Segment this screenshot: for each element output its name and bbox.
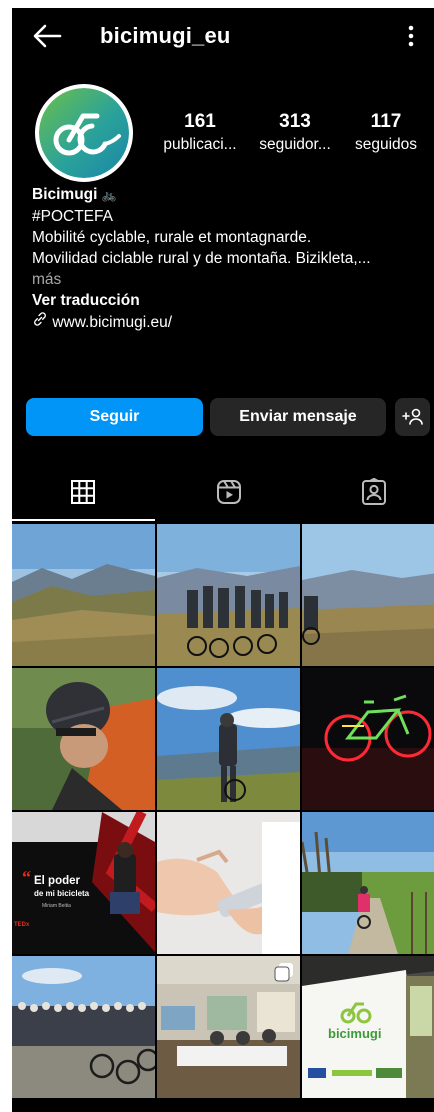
profile-bio: Bicimugi 🚲 #POCTEFA Mobilité cyclable, r… — [32, 184, 422, 333]
followers-label: seguidor... — [259, 136, 331, 153]
more-options-icon[interactable] — [406, 22, 416, 50]
translate-link[interactable]: Ver traducción — [32, 290, 422, 311]
tedx-logo: TEDx — [14, 922, 30, 928]
bicimugi-logo-icon — [39, 88, 129, 178]
post-thumbnail[interactable] — [302, 668, 434, 810]
profile-username: bicimugi_eu — [100, 23, 231, 48]
add-user-icon — [401, 408, 423, 425]
post-thumbnail[interactable]: “ El poder de mi bicicleta Miriam Beitia… — [12, 812, 155, 954]
profile-tabs — [12, 466, 434, 522]
following-number: 117 — [370, 111, 402, 132]
top-bar: bicimugi_eu — [12, 8, 434, 64]
posts-count[interactable]: 161 publicaci... — [158, 110, 242, 156]
post-thumbnail[interactable] — [12, 524, 155, 666]
post-thumbnail[interactable] — [157, 812, 300, 954]
post-thumbnail[interactable]: bicimugi — [302, 956, 434, 1098]
profile-name: Bicimugi — [32, 186, 98, 203]
post-thumbnail[interactable] — [157, 956, 300, 1098]
tagged-icon[interactable] — [360, 478, 388, 506]
post-thumbnail[interactable] — [12, 956, 155, 1098]
post7-title-line1: El poder — [34, 875, 81, 887]
post-thumbnail[interactable] — [157, 524, 300, 666]
carousel-icon — [274, 963, 293, 982]
post-thumbnail[interactable] — [302, 524, 434, 666]
website-link[interactable]: www.bicimugi.eu/ — [32, 311, 422, 333]
send-message-button[interactable]: Enviar mensaje — [210, 398, 386, 436]
post7-speaker: Miriam Beitia — [42, 903, 71, 909]
followers-number: 313 — [279, 111, 311, 132]
link-icon — [34, 312, 46, 326]
bicycle-emoji-icon: 🚲 — [101, 188, 117, 202]
reels-icon[interactable] — [215, 478, 243, 506]
following-label: seguidos — [354, 136, 418, 153]
bicimugi-slide-logo: bicimugi — [328, 1026, 381, 1041]
active-tab-indicator — [12, 519, 155, 521]
post-thumbnail[interactable] — [157, 668, 300, 810]
svg-text:“: “ — [22, 867, 31, 887]
website-url: www.bicimugi.eu/ — [52, 314, 173, 331]
follow-button[interactable]: Seguir — [26, 398, 203, 436]
grid-icon[interactable] — [69, 478, 97, 506]
profile-screen: bicimugi_eu 161 publicaci... 313 seguido… — [12, 8, 434, 1112]
suggest-people-button[interactable] — [395, 398, 430, 436]
bio-more-link[interactable]: más — [32, 269, 422, 290]
avatar[interactable] — [35, 84, 133, 182]
bio-hashtag[interactable]: #POCTEFA — [32, 206, 422, 227]
post7-title-line2: de mi bicicleta — [34, 889, 90, 898]
posts-label: publicaci... — [163, 136, 237, 153]
back-arrow-icon[interactable] — [32, 22, 62, 50]
bio-line-1: Mobilité cyclable, rurale et montagnarde… — [32, 229, 312, 246]
following-count[interactable]: 117 seguidos — [346, 110, 426, 156]
post-thumbnail[interactable] — [302, 812, 434, 954]
bio-line-2: Movilidad ciclable rural y de montaña. B… — [32, 250, 371, 267]
post-thumbnail[interactable] — [12, 668, 155, 810]
posts-number: 161 — [184, 111, 216, 132]
followers-count[interactable]: 313 seguidor... — [249, 110, 341, 156]
